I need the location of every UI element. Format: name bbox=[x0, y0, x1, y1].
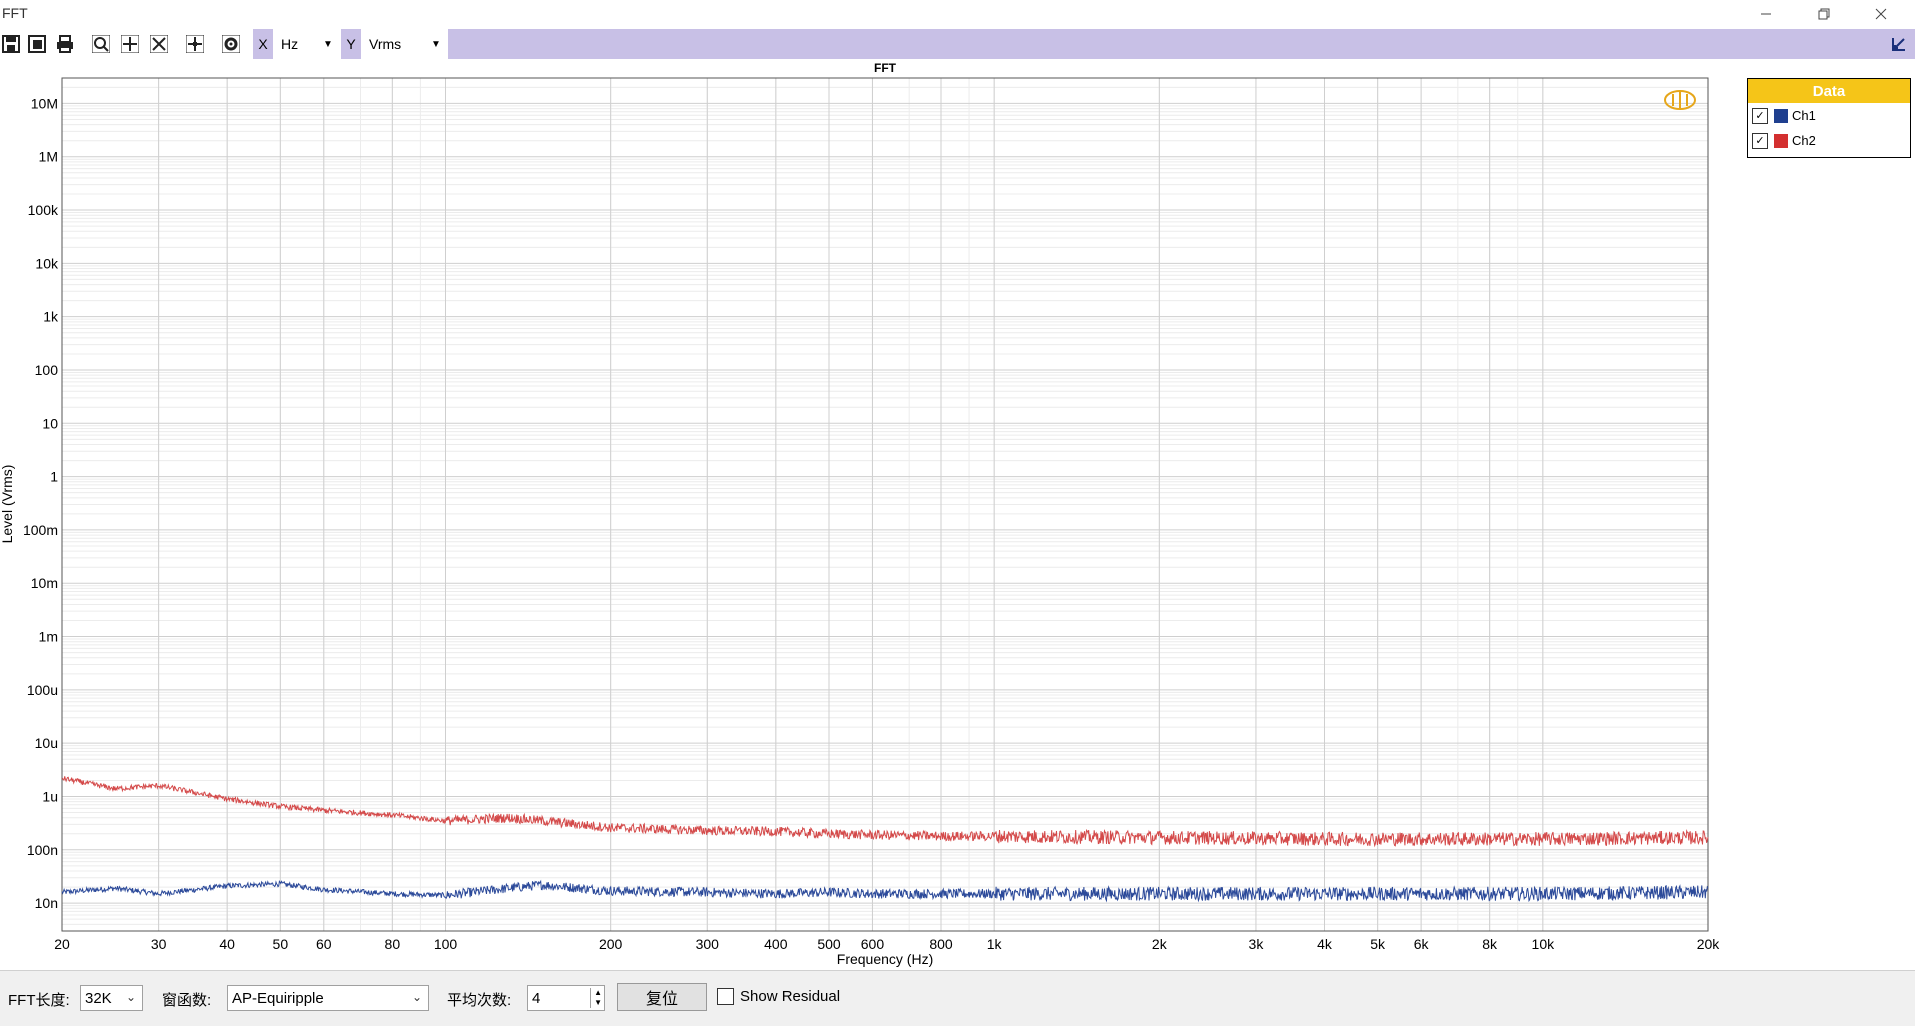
x-tick-label: 60 bbox=[316, 936, 332, 952]
averages-value: 4 bbox=[532, 989, 541, 1007]
y-tick-label: 1 bbox=[50, 469, 58, 485]
x-tick-label: 800 bbox=[929, 936, 953, 952]
x-tick-label: 5k bbox=[1370, 936, 1386, 952]
minimize-icon[interactable] bbox=[1743, 0, 1789, 28]
x-tick-label: 30 bbox=[151, 936, 167, 952]
x-tick-label: 4k bbox=[1317, 936, 1333, 952]
legend-item-ch1[interactable]: ✓ Ch1 bbox=[1748, 103, 1910, 128]
brand-logo-icon bbox=[1664, 90, 1696, 110]
y-tick-label: 1m bbox=[39, 629, 58, 645]
x-unit-value: Hz bbox=[281, 36, 299, 52]
x-tick-label: 2k bbox=[1152, 936, 1168, 952]
y-tick-label: 10u bbox=[35, 735, 58, 751]
legend-label-ch2: Ch2 bbox=[1792, 133, 1816, 148]
y-unit-value: Vrms bbox=[369, 36, 402, 52]
y-tick-label: 100k bbox=[28, 202, 59, 218]
legend-item-ch2[interactable]: ✓ Ch2 bbox=[1748, 128, 1910, 153]
checkbox-ch2[interactable]: ✓ bbox=[1752, 132, 1768, 149]
chevron-down-icon[interactable]: ▼ bbox=[323, 39, 333, 50]
fft-chart: 10n 100n 1u 10u 100u 1m 10m 100m 1 10 100 1k 10k 100k… bbox=[0, 60, 1915, 970]
legend: Data ✓ Ch1 ✓ Ch2 bbox=[1747, 78, 1911, 158]
print-icon[interactable] bbox=[54, 33, 76, 55]
x-tick-label: 40 bbox=[219, 936, 235, 952]
chart-svg: 10n 100n 1u 10u 100u 1m 10m 100m 1 10 100 1k 10k 100k… bbox=[0, 61, 1721, 967]
export-icon[interactable] bbox=[26, 33, 48, 55]
x-tick-label: 300 bbox=[696, 936, 720, 952]
y-tick-label: 10M bbox=[31, 95, 58, 111]
fft-length-label: FFT长度: bbox=[8, 992, 70, 1009]
swatch-ch2 bbox=[1774, 133, 1788, 148]
toolbar: X Hz ▼ Y Vrms ▼ bbox=[0, 29, 1915, 59]
averages-stepper[interactable]: 4 ▲ ▼ bbox=[527, 985, 605, 1011]
legend-label-ch1: Ch1 bbox=[1792, 108, 1816, 123]
chevron-down-icon[interactable]: ▼ bbox=[431, 39, 441, 50]
show-residual-checkbox[interactable] bbox=[717, 988, 734, 1005]
save-icon[interactable] bbox=[0, 33, 22, 55]
x-tick-label: 400 bbox=[764, 936, 788, 952]
x-axis-label: Frequency (Hz) bbox=[837, 951, 933, 967]
y-tick-label: 10m bbox=[31, 575, 58, 591]
x-tick-label: 6k bbox=[1414, 936, 1430, 952]
x-tick-label: 1k bbox=[987, 936, 1003, 952]
x-axis-letter: X bbox=[253, 29, 273, 59]
dock-icon[interactable] bbox=[1888, 33, 1910, 55]
y-tick-label: 1k bbox=[43, 309, 59, 325]
y-tick-label: 10n bbox=[35, 895, 58, 911]
series-line-ch1 bbox=[61, 879, 1709, 903]
window-function-value: AP-Equiripple bbox=[232, 989, 324, 1007]
averages-label: 平均次数: bbox=[447, 992, 512, 1009]
x-tick-label: 600 bbox=[861, 936, 885, 952]
series-line-ch2 bbox=[61, 776, 1709, 848]
fit-icon[interactable] bbox=[148, 33, 170, 55]
y-axis-letter: Y bbox=[341, 29, 361, 59]
x-tick-label: 50 bbox=[273, 936, 289, 952]
settings-icon[interactable] bbox=[220, 33, 242, 55]
window-function-select[interactable]: AP-Equiripple ⌄ bbox=[227, 985, 429, 1011]
y-tick-label: 100m bbox=[23, 522, 58, 538]
swatch-ch1 bbox=[1774, 108, 1788, 123]
close-icon[interactable] bbox=[1858, 0, 1904, 28]
chevron-down-icon: ⌄ bbox=[411, 990, 422, 1004]
pan-icon[interactable] bbox=[119, 33, 141, 55]
y-tick-label: 1u bbox=[42, 788, 58, 804]
x-tick-label: 10k bbox=[1532, 936, 1556, 952]
bottom-controls: FFT长度: 32K ⌄ 窗函数: AP-Equiripple ⌄ 平均次数: … bbox=[0, 970, 1915, 1026]
x-tick-label: 20 bbox=[54, 936, 70, 952]
y-tick-label: 100 bbox=[35, 362, 59, 378]
title-bar: FFT bbox=[0, 0, 1915, 28]
y-tick-label: 10k bbox=[35, 255, 59, 271]
legend-header: Data bbox=[1748, 79, 1910, 103]
checkbox-ch1[interactable]: ✓ bbox=[1752, 107, 1768, 124]
y-axis-unit-control[interactable]: Y Vrms ▼ bbox=[341, 29, 441, 59]
cursor-icon[interactable] bbox=[184, 33, 206, 55]
x-axis-unit-control[interactable]: X Hz ▼ bbox=[253, 29, 333, 59]
fft-length-value: 32K bbox=[85, 989, 112, 1007]
chart-title: FFT bbox=[874, 61, 897, 75]
y-tick-label: 100u bbox=[27, 682, 58, 698]
show-residual-label: Show Residual bbox=[740, 988, 841, 1005]
x-tick-label: 3k bbox=[1249, 936, 1265, 952]
restore-icon[interactable] bbox=[1801, 0, 1847, 28]
fft-length-select[interactable]: 32K ⌄ bbox=[80, 985, 143, 1011]
y-tick-label: 10 bbox=[42, 415, 58, 431]
chevron-down-icon: ⌄ bbox=[125, 990, 136, 1004]
y-tick-label: 100n bbox=[27, 842, 58, 858]
x-tick-label: 20k bbox=[1697, 936, 1721, 952]
toolbar-band bbox=[448, 29, 1915, 59]
window-title: FFT bbox=[2, 5, 28, 21]
x-tick-label: 8k bbox=[1482, 936, 1498, 952]
stepper-arrows-icon[interactable]: ▲ ▼ bbox=[590, 988, 602, 1008]
x-tick-label: 200 bbox=[599, 936, 623, 952]
x-tick-label: 80 bbox=[385, 936, 401, 952]
x-tick-label: 500 bbox=[817, 936, 841, 952]
y-tick-label: 1M bbox=[39, 149, 58, 165]
window-function-label: 窗函数: bbox=[162, 992, 212, 1009]
zoom-icon[interactable] bbox=[90, 33, 112, 55]
x-tick-label: 100 bbox=[434, 936, 458, 952]
legend-title: Data bbox=[1812, 82, 1846, 100]
reset-button[interactable]: 复位 bbox=[617, 983, 707, 1011]
y-axis-label: Level (Vrms) bbox=[0, 465, 15, 544]
